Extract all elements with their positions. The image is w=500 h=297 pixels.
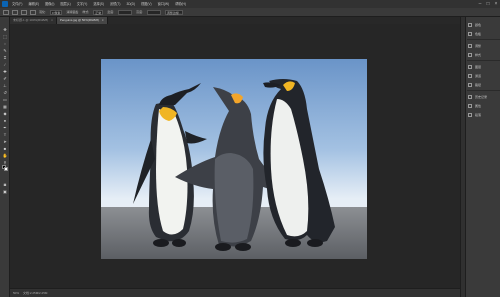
width-input[interactable] — [118, 9, 133, 15]
subtract-selection-icon[interactable] — [30, 9, 36, 15]
menu-type[interactable]: 文字(Y) — [77, 0, 88, 8]
menu-edit[interactable]: 编辑(E) — [28, 0, 39, 8]
brush-tool-icon[interactable]: ✐ — [2, 76, 8, 81]
menu-view[interactable]: 视图(V) — [141, 0, 152, 8]
refine-edge-button[interactable]: 调整边缘... — [164, 9, 184, 15]
history-icon — [468, 94, 472, 99]
menu-filter[interactable]: 滤镜(T) — [110, 0, 120, 8]
zoom-level[interactable]: 50% — [13, 291, 19, 295]
panel-color[interactable]: 颜色 — [468, 21, 500, 28]
tools-panel: ✥ ⬚ ◌ ✎ ⌗ ⁄ ✚ ✐ ⊥ ↺ ▭ ▦ ◆ ● ✒ T ➤ ■ ✋ ⚲ … — [0, 17, 10, 297]
eraser-tool-icon[interactable]: ▭ — [2, 97, 8, 102]
tab-untitled[interactable]: 未标题-1 @ 100%(RGB/8) × — [10, 17, 57, 24]
menu-help[interactable]: 帮助(H) — [175, 0, 186, 8]
screen-mode-icon[interactable]: ▣ — [2, 189, 8, 194]
panel-divider — [467, 60, 500, 61]
swatches-icon — [468, 31, 472, 36]
dodge-tool-icon[interactable]: ● — [2, 118, 8, 123]
tab-penguins[interactable]: Penguins.jpg @ 50%(RGB/8) × — [56, 17, 108, 24]
panel-channels[interactable]: 通道 — [468, 72, 500, 79]
menu-select[interactable]: 选择(S) — [93, 0, 104, 8]
menu-3d[interactable]: 3D(D) — [126, 0, 135, 8]
photoshop-logo — [2, 1, 8, 7]
width-label: 宽度: — [107, 10, 115, 14]
close-icon[interactable]: × — [493, 1, 499, 7]
panel-divider — [467, 90, 500, 91]
quick-mask-icon[interactable]: ◙ — [2, 182, 8, 187]
blur-tool-icon[interactable]: ◆ — [2, 111, 8, 116]
panel-history[interactable]: 历史记录 — [468, 93, 500, 100]
canvas-area[interactable] — [10, 24, 460, 288]
paths-icon — [468, 82, 472, 87]
styles-icon — [468, 52, 472, 57]
healing-tool-icon[interactable]: ✚ — [2, 69, 8, 74]
panel-adjustments[interactable]: 调整 — [468, 42, 500, 49]
menu-bar: 文件(F) 编辑(E) 图像(I) 图层(L) 文字(Y) 选择(S) 滤镜(T… — [0, 0, 500, 8]
shape-tool-icon[interactable]: ■ — [2, 146, 8, 151]
panels-dock: 颜色 色板 调整 样式 图层 通道 路径 历史记录 属性 段落 — [465, 17, 500, 297]
background-color-swatch[interactable] — [4, 167, 8, 171]
minimize-icon[interactable]: – — [477, 1, 483, 7]
panel-styles[interactable]: 样式 — [468, 51, 500, 58]
panel-divider — [467, 39, 500, 40]
menu-image[interactable]: 图像(I) — [45, 0, 54, 8]
layers-icon — [468, 64, 472, 69]
crop-tool-icon[interactable]: ⌗ — [2, 55, 8, 60]
tab-label: Penguins.jpg @ 50%(RGB/8) — [59, 18, 99, 22]
style-select[interactable]: 正常 — [93, 9, 104, 15]
feather-label: 羽化: — [39, 10, 46, 14]
path-select-tool-icon[interactable]: ➤ — [2, 139, 8, 144]
paragraph-icon — [468, 112, 472, 117]
panel-properties[interactable]: 属性 — [468, 102, 500, 109]
close-icon[interactable]: × — [102, 17, 104, 24]
penguins-photo-icon — [101, 59, 367, 259]
adjustments-icon — [468, 43, 472, 48]
eyedropper-tool-icon[interactable]: ⁄ — [2, 62, 8, 67]
marquee-tool-icon[interactable]: ⬚ — [2, 34, 8, 39]
menu-window[interactable]: 窗口(W) — [158, 0, 170, 8]
pen-tool-icon[interactable]: ✒ — [2, 125, 8, 130]
panel-paragraph[interactable]: 段落 — [468, 111, 500, 118]
style-label: 样式: — [82, 10, 90, 14]
color-icon — [468, 22, 472, 27]
anti-alias-checkbox[interactable]: 消除锯齿 — [66, 10, 78, 14]
gradient-tool-icon[interactable]: ▦ — [2, 104, 8, 109]
new-selection-icon[interactable] — [12, 9, 18, 15]
status-bar: 50% 文档:2.25M/2.25M — [10, 288, 460, 297]
panel-swatches[interactable]: 色板 — [468, 30, 500, 37]
maximize-icon[interactable]: □ — [485, 1, 491, 7]
properties-icon — [468, 103, 472, 108]
add-selection-icon[interactable] — [21, 9, 27, 15]
height-label: 高度: — [136, 10, 143, 14]
panel-paths[interactable]: 路径 — [468, 81, 500, 88]
penguins-image[interactable] — [101, 59, 367, 259]
quick-select-tool-icon[interactable]: ✎ — [2, 48, 8, 53]
type-tool-icon[interactable]: T — [2, 132, 8, 137]
height-input[interactable] — [146, 9, 161, 15]
channels-icon — [468, 73, 472, 78]
tab-label: 未标题-1 @ 100%(RGB/8) — [13, 18, 49, 22]
move-tool-icon[interactable]: ✥ — [2, 27, 8, 32]
close-icon[interactable]: × — [51, 17, 53, 24]
lasso-tool-icon[interactable]: ◌ — [2, 41, 8, 46]
menu-layer[interactable]: 图层(L) — [60, 0, 70, 8]
menu-file[interactable]: 文件(F) — [12, 0, 22, 8]
hand-tool-icon[interactable]: ✋ — [2, 153, 8, 158]
history-brush-tool-icon[interactable]: ↺ — [2, 90, 8, 95]
marquee-tool-icon[interactable] — [3, 9, 9, 15]
stamp-tool-icon[interactable]: ⊥ — [2, 83, 8, 88]
feather-input[interactable]: 0 像素 — [49, 9, 63, 15]
document-tabs: 未标题-1 @ 100%(RGB/8) × Penguins.jpg @ 50%… — [10, 17, 460, 24]
options-bar: 羽化: 0 像素 消除锯齿 样式: 正常 宽度: 高度: 调整边缘... — [0, 8, 500, 17]
panel-layers[interactable]: 图层 — [468, 63, 500, 70]
document-info: 文档:2.25M/2.25M — [23, 291, 48, 295]
